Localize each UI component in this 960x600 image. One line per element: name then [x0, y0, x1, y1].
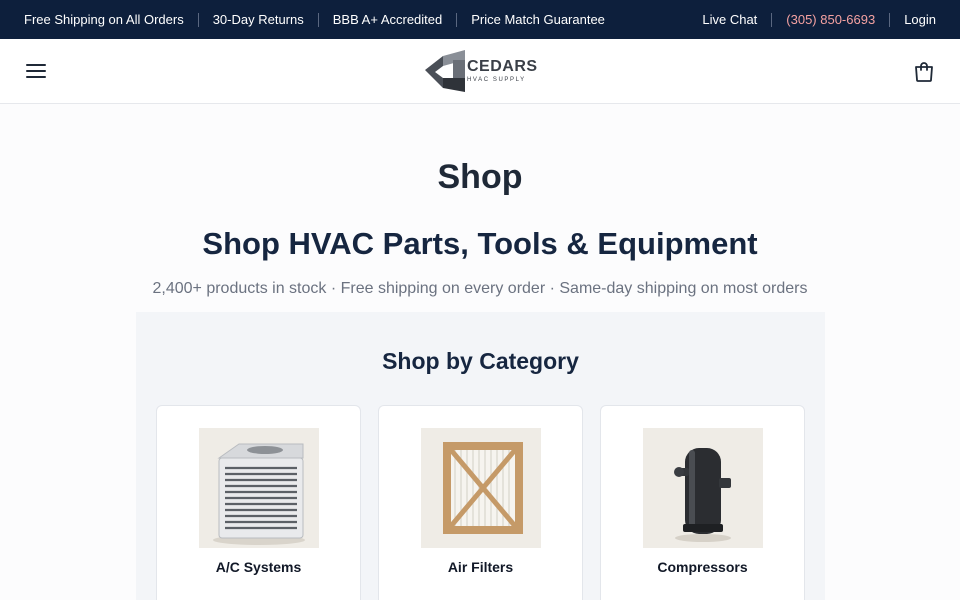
divider	[197, 12, 199, 27]
divider	[456, 12, 458, 27]
category-card-compressors[interactable]: Compressors	[600, 405, 805, 600]
site-logo[interactable]: CEDARS HVAC SUPPLY	[423, 44, 538, 98]
divider	[317, 12, 319, 27]
topbar-benefits: Free Shipping on All Orders 30-Day Retur…	[24, 12, 605, 27]
site-header: CEDARS HVAC SUPPLY	[0, 39, 960, 104]
hamburger-menu-icon[interactable]	[24, 60, 48, 82]
category-card-ac-systems[interactable]: A/C Systems	[156, 405, 361, 600]
top-info-bar: Free Shipping on All Orders 30-Day Retur…	[0, 0, 960, 39]
divider	[771, 12, 773, 27]
logo-mark-icon	[425, 50, 465, 92]
compressor-image	[643, 428, 763, 548]
login-link[interactable]: Login	[904, 12, 936, 27]
price-match-text: Price Match Guarantee	[471, 12, 605, 27]
category-section: Shop by Category A/C Systems Air Filters…	[136, 312, 825, 600]
logo-text: CEDARS HVAC SUPPLY	[467, 57, 538, 84]
phone-link[interactable]: (305) 850-6693	[786, 12, 875, 27]
topbar-actions: Live Chat (305) 850-6693 Login	[702, 12, 936, 27]
category-label: Compressors	[657, 559, 748, 575]
logo-subtitle: HVAC SUPPLY	[467, 76, 526, 83]
shopping-bag-icon[interactable]	[912, 60, 936, 84]
hero-title: Shop HVAC Parts, Tools & Equipment	[202, 226, 758, 261]
category-label: Air Filters	[447, 559, 514, 575]
free-shipping-text: Free Shipping on All Orders	[24, 12, 184, 27]
live-chat-link[interactable]: Live Chat	[702, 12, 757, 27]
hero-subtitle: 2,400+ products in stock · Free shipping…	[152, 280, 808, 297]
logo-name: CEDARS	[467, 57, 538, 75]
page-title: Shop	[437, 158, 523, 196]
bbb-text: BBB A+ Accredited	[332, 12, 443, 27]
air-filter-image	[421, 428, 541, 548]
category-card-air-filters[interactable]: Air Filters	[378, 405, 583, 600]
divider	[889, 12, 891, 27]
returns-text: 30-Day Returns	[212, 12, 304, 27]
category-label: A/C Systems	[215, 559, 302, 575]
category-section-title: Shop by Category	[382, 348, 579, 374]
ac-unit-image	[199, 428, 319, 548]
